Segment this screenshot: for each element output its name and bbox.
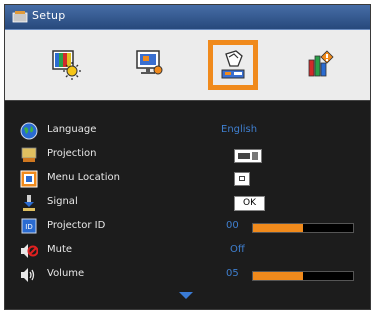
row-menu-location[interactable]: Menu Location <box>5 167 370 191</box>
mute-icon <box>21 244 38 258</box>
setup-menu-window: Setup Language English Projection Menu L… <box>4 4 371 310</box>
row-projector-id[interactable]: ID Projector ID 00 <box>5 215 370 239</box>
language-label: Language <box>47 124 97 135</box>
row-signal[interactable]: Signal OK <box>5 191 370 215</box>
row-mute[interactable]: Mute Off <box>5 239 370 263</box>
projector-id-slider[interactable] <box>252 223 354 233</box>
menu-location-label: Menu Location <box>47 172 120 183</box>
setup-icon <box>12 11 28 23</box>
volume-slider[interactable] <box>252 271 354 281</box>
scroll-down-arrow-icon[interactable] <box>179 292 193 299</box>
menu-location-icon-left <box>20 170 38 188</box>
options-icon <box>308 50 334 77</box>
row-volume[interactable]: Volume 05 <box>5 263 370 287</box>
globe-icon <box>20 122 38 140</box>
projection-label: Projection <box>47 148 97 159</box>
svg-text:ID: ID <box>25 223 32 231</box>
row-language[interactable]: Language English <box>5 119 370 143</box>
language-value[interactable]: English <box>221 124 257 135</box>
projection-icon <box>21 147 37 162</box>
projector-id-slider-fill <box>253 224 303 232</box>
projector-id-icon: ID <box>21 218 37 234</box>
mute-value[interactable]: Off <box>230 244 245 255</box>
menu-location-icon[interactable] <box>234 172 250 186</box>
tab-display-settings[interactable] <box>124 40 174 90</box>
signal-icon <box>23 195 35 211</box>
volume-value: 05 <box>226 268 239 279</box>
row-projection[interactable]: Projection <box>5 143 370 167</box>
volume-label: Volume <box>47 268 85 279</box>
setup-tab-icon <box>221 50 245 79</box>
volume-slider-fill <box>253 272 303 280</box>
projector-id-value: 00 <box>226 220 239 231</box>
image-settings-icon <box>52 50 81 80</box>
mute-label: Mute <box>47 244 73 255</box>
display-settings-icon <box>136 50 163 75</box>
tab-image-settings[interactable] <box>41 40 91 90</box>
signal-label: Signal <box>47 196 78 207</box>
signal-ok-button[interactable]: OK <box>234 196 265 211</box>
menu-tab-bar <box>5 30 370 100</box>
projector-id-label: Projector ID <box>47 220 106 231</box>
tab-setup[interactable] <box>208 40 258 90</box>
volume-icon <box>21 268 35 282</box>
window-title: Setup <box>32 9 66 22</box>
tab-options[interactable] <box>295 40 345 90</box>
projection-mode-icon[interactable] <box>234 149 262 163</box>
divider <box>5 100 370 101</box>
title-bar: Setup <box>5 5 370 30</box>
